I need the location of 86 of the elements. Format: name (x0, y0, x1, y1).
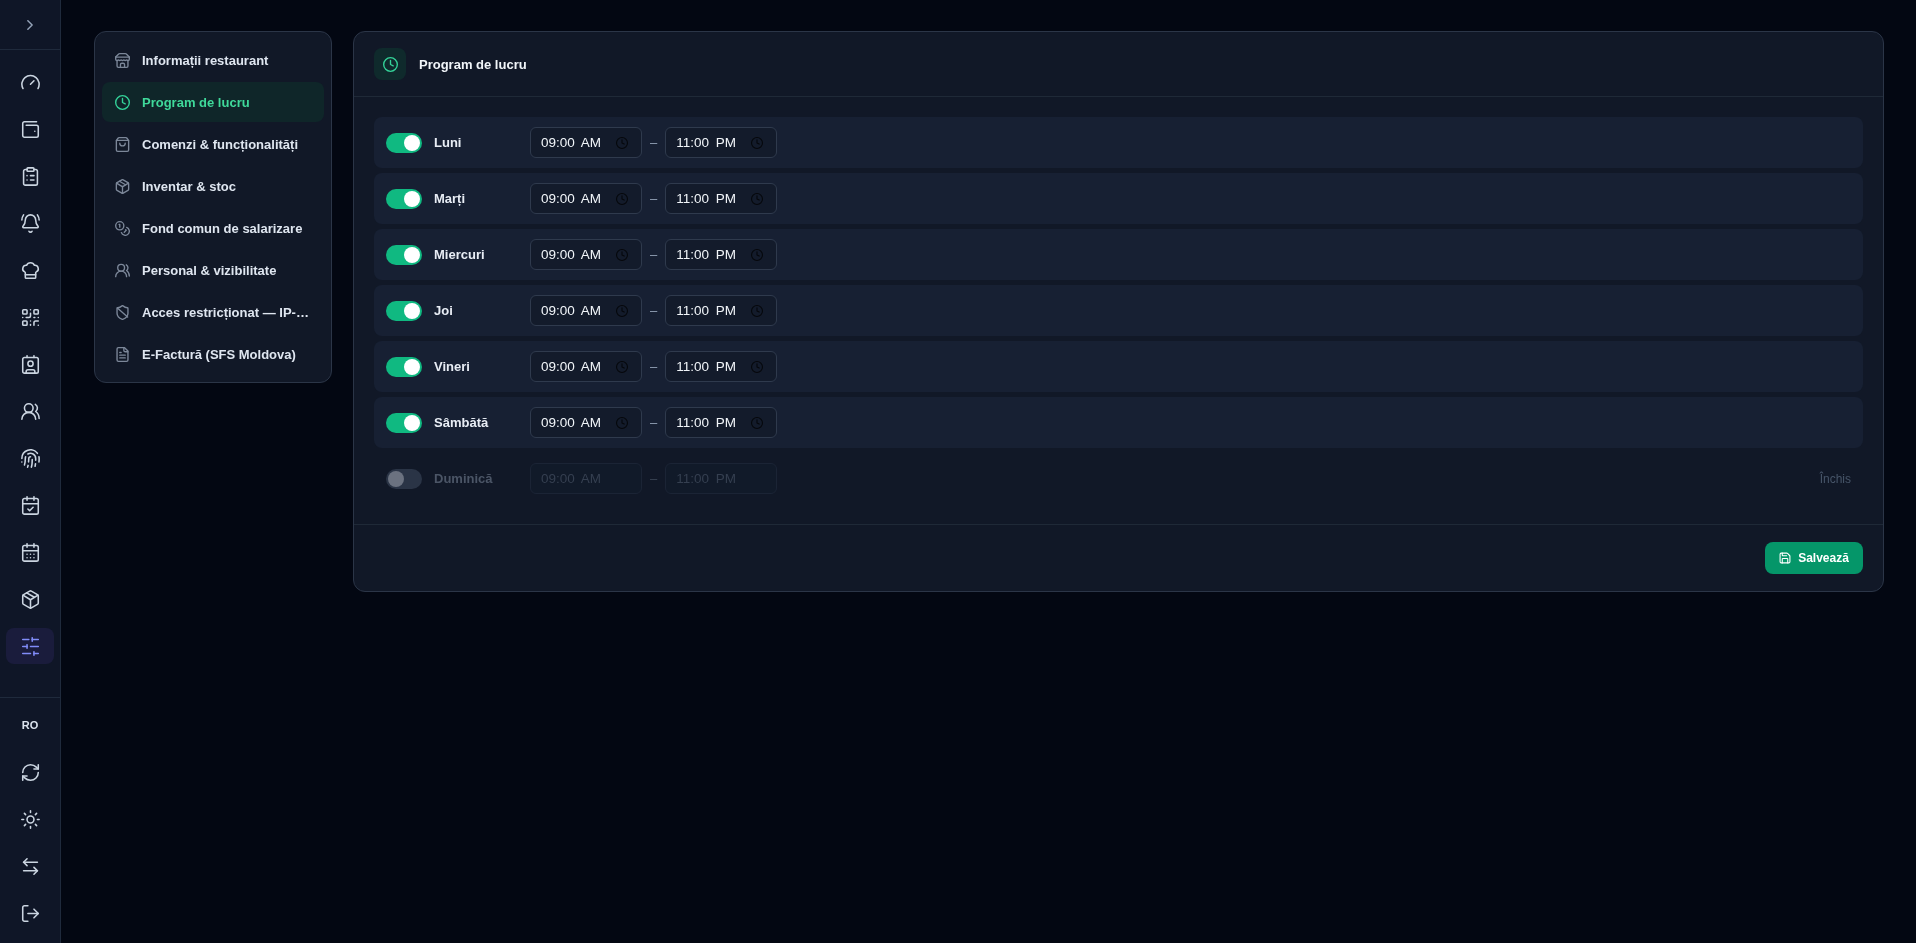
refresh-icon (20, 762, 40, 782)
chevron-right-icon (27, 19, 33, 30)
bag-icon (115, 136, 130, 152)
language-button[interactable]: RO (6, 707, 54, 743)
clock-icon (751, 360, 764, 373)
time-separator: – (649, 471, 659, 486)
day-toggle[interactable] (386, 468, 422, 489)
clock-icon (616, 304, 628, 317)
box-icon (115, 178, 130, 194)
users-icon (20, 401, 40, 421)
coins-icon (115, 220, 130, 236)
clock-icon (751, 248, 764, 261)
settings-nav-item[interactable]: Comenzi & funcționalități (102, 124, 324, 164)
time-separator: – (649, 303, 659, 318)
logout-icon (20, 903, 40, 923)
settings-nav-item[interactable]: Inventar & stoc (102, 166, 324, 206)
settings-nav-item[interactable]: E-Factură (SFS Moldova) (102, 334, 324, 374)
clock-icon (751, 192, 764, 205)
close-time-field[interactable]: 11:00 PM (665, 239, 778, 270)
close-time-field[interactable]: 11:00 PM (665, 183, 778, 214)
open-time-field[interactable]: 09:00 AM (530, 183, 642, 214)
calendar-check-icon (20, 495, 40, 515)
day-toggle[interactable] (386, 188, 422, 209)
store-icon (115, 52, 130, 68)
day-toggle[interactable] (386, 244, 422, 265)
clipboard-list-icon (20, 166, 40, 186)
day-label: Joi (434, 303, 454, 318)
clock-icon (751, 136, 764, 149)
settings-nav-item[interactable]: Program de lucru (102, 82, 324, 122)
settings-nav-item[interactable]: Informații restaurant (102, 40, 324, 80)
open-time-field[interactable]: 09:00 AM (530, 127, 642, 158)
time-separator: – (649, 359, 659, 374)
sun-icon (20, 809, 40, 829)
settings-nav-item[interactable]: Acces restricționat — IP-… (102, 292, 324, 332)
day-label: Sâmbătă (434, 415, 490, 430)
time-separator: – (649, 247, 659, 262)
gauge-icon (20, 72, 40, 92)
day-toggle[interactable] (386, 412, 422, 433)
time-separator: – (649, 135, 659, 150)
left-right-arrows-icon (20, 856, 40, 876)
settings-nav-item[interactable]: Fond comun de salarizare (102, 208, 324, 248)
save-button[interactable]: Salvează (1765, 542, 1863, 574)
day-label: Luni (434, 135, 463, 150)
close-time-field[interactable]: 11:00 PM (665, 295, 778, 326)
fingerprint-icon (20, 448, 40, 468)
clock-icon (616, 136, 628, 149)
settings-nav-item[interactable]: Personal & vizibilitate (102, 250, 324, 290)
day-toggle[interactable] (386, 300, 422, 321)
clock-icon (616, 248, 628, 261)
clock-icon (616, 360, 628, 373)
close-time-field[interactable]: 11:00 PM (665, 407, 778, 438)
open-time-field[interactable]: 09:00 AM (530, 295, 642, 326)
day-toggle[interactable] (386, 356, 422, 377)
sliders-icon (20, 636, 40, 656)
clock-icon (751, 416, 764, 429)
save-icon (1779, 552, 1792, 564)
calendar-icon (20, 542, 40, 562)
open-time-field[interactable]: 09:00 AM (530, 407, 642, 438)
bell-icon (20, 213, 40, 233)
users-icon (115, 262, 130, 278)
close-time-field[interactable]: 11:00 PM (665, 127, 778, 158)
clock-icon (751, 304, 764, 317)
shield-icon (115, 304, 130, 320)
wallet-icon (20, 119, 40, 139)
close-time-field[interactable]: 11:00 PM (665, 351, 778, 382)
document-icon (115, 346, 130, 362)
open-time-field[interactable]: 09:00 AM (530, 351, 642, 382)
box-icon (20, 589, 40, 609)
day-toggle[interactable] (386, 132, 422, 153)
day-label: Miercuri (434, 247, 486, 262)
chef-hat-icon (20, 260, 40, 280)
clock-icon (616, 416, 628, 429)
day-label: Marți (434, 191, 467, 206)
day-label: Vineri (434, 359, 471, 374)
day-label: Duminică (434, 471, 494, 486)
person-card-icon (20, 354, 40, 374)
open-time-field[interactable]: 09:00 AM (530, 239, 642, 270)
time-separator: – (649, 415, 659, 430)
clock-icon (115, 94, 130, 110)
closed-label: Închis (1819, 471, 1851, 486)
qr-code-icon (20, 307, 40, 327)
rail-nav-button[interactable] (6, 628, 54, 664)
clock-icon (616, 192, 628, 205)
clock-icon (374, 48, 406, 80)
panel-title: Program de lucru (419, 56, 527, 72)
time-separator: – (649, 191, 659, 206)
